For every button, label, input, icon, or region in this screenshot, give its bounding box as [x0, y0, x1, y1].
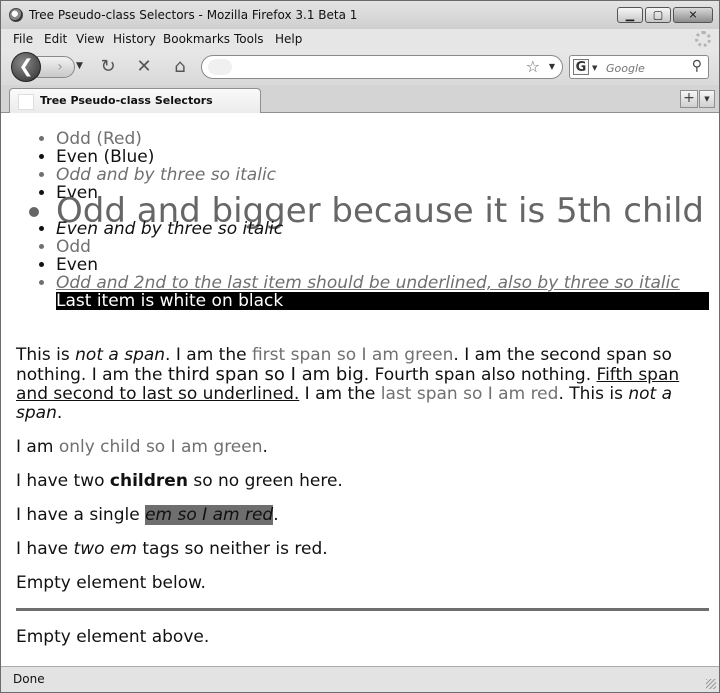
maximize-icon: ▢: [652, 8, 664, 22]
list-item: Odd: [56, 238, 719, 256]
list-item: Odd and by three so italic: [56, 166, 719, 184]
chevron-down-icon: ▼: [704, 95, 710, 103]
navigation-toolbar: › ❮ ▼ ↻ ✕ ⌂ ☆ ▼ G ▼ ⚲: [1, 49, 719, 85]
text: two em: [73, 539, 137, 559]
text: .: [262, 437, 268, 457]
minimize-icon: ▁: [625, 8, 635, 22]
browser-window: Tree Pseudo-class Selectors - Mozilla Fi…: [0, 0, 720, 693]
forward-button[interactable]: ›: [37, 56, 75, 78]
close-icon: ✕: [688, 8, 698, 22]
paragraph-only-child: I am only child so I am green.: [16, 438, 688, 457]
paragraph-spans: This is not a span. I am the first span …: [16, 346, 688, 423]
back-icon: ❮: [18, 56, 34, 77]
text: children: [109, 471, 188, 491]
search-icon[interactable]: ⚲: [692, 58, 702, 74]
search-input[interactable]: [604, 59, 688, 77]
empty-element-rule: [16, 608, 709, 611]
plus-icon: +: [683, 90, 695, 106]
window-title: Tree Pseudo-class Selectors - Mozilla Fi…: [29, 8, 358, 22]
text: third span so I am big: [167, 364, 364, 385]
list-item: Even: [56, 256, 719, 274]
window-controls: ▁ ▢ ✕: [617, 7, 713, 23]
bookmark-star-icon[interactable]: ☆: [526, 57, 540, 76]
page-content: Odd (Red) Even (Blue) Odd and by three s…: [1, 113, 719, 666]
title-bar: Tree Pseudo-class Selectors - Mozilla Fi…: [1, 1, 719, 29]
url-input[interactable]: [236, 58, 510, 78]
text: last span so I am red: [380, 384, 559, 404]
menu-edit[interactable]: Edit: [44, 32, 67, 46]
text: . I am the: [165, 345, 252, 365]
site-identity-icon[interactable]: [208, 59, 232, 75]
address-bar[interactable]: ☆ ▼: [201, 55, 563, 79]
list-item: Last item is white on black: [56, 292, 709, 310]
styled-list: Odd (Red) Even (Blue) Odd and by three s…: [1, 130, 719, 310]
menu-view[interactable]: View: [76, 32, 104, 46]
google-engine-icon[interactable]: G: [573, 59, 589, 75]
text: I have two: [16, 471, 110, 491]
menu-tools[interactable]: Tools: [234, 32, 264, 46]
list-item: Odd and bigger because it is 5th child: [56, 194, 719, 228]
paragraph-empty-below: Empty element below.: [16, 573, 206, 593]
close-button[interactable]: ✕: [673, 7, 713, 23]
text: em so I am red: [145, 505, 274, 525]
list-item: Even (Blue): [56, 148, 719, 166]
text: only child so I am green: [58, 437, 263, 457]
forward-icon: ›: [57, 59, 63, 75]
list-all-tabs-button[interactable]: ▼: [699, 90, 715, 108]
url-dropdown-icon[interactable]: ▼: [549, 62, 555, 71]
paragraph-two-children: I have two children so no green here.: [16, 472, 688, 491]
menu-bookmarks[interactable]: Bookmarks: [163, 32, 230, 46]
text: I am the: [299, 384, 381, 404]
tab-bar: Tree Pseudo-class Selectors + ▼: [1, 85, 719, 113]
new-tab-button[interactable]: +: [680, 90, 698, 108]
text: This is: [16, 345, 76, 365]
stop-icon[interactable]: ✕: [133, 56, 155, 78]
text: I am: [16, 437, 59, 457]
text: .: [56, 403, 63, 423]
firefox-app-icon: [9, 8, 23, 22]
engine-dropdown-icon[interactable]: ▼: [592, 64, 597, 72]
text: I have a single: [16, 505, 146, 525]
paragraph-empty-above: Empty element above.: [16, 627, 210, 647]
text: so no green here.: [187, 471, 343, 491]
tab-tree-pseudo-class-selectors[interactable]: Tree Pseudo-class Selectors: [9, 88, 261, 113]
text: . Fourth span also nothing.: [363, 365, 597, 385]
maximize-button[interactable]: ▢: [645, 7, 671, 23]
back-button[interactable]: ❮: [11, 52, 41, 82]
text: tags so neither is red.: [136, 539, 328, 559]
throbber-icon: [695, 31, 711, 47]
home-icon[interactable]: ⌂: [169, 56, 191, 78]
paragraph-single-em: I have a single em so I am red.: [16, 505, 688, 525]
text: I have: [16, 539, 74, 559]
tab-label: Tree Pseudo-class Selectors: [40, 94, 213, 107]
menu-help[interactable]: Help: [275, 32, 302, 46]
text: not a span: [75, 345, 166, 365]
reload-icon[interactable]: ↻: [97, 56, 119, 78]
text: first span so I am green: [251, 345, 454, 365]
minimize-button[interactable]: ▁: [617, 7, 643, 23]
text: .: [273, 505, 279, 525]
tab-favicon: [18, 94, 34, 110]
text: . This is: [558, 384, 629, 404]
resize-grip-icon[interactable]: [706, 679, 716, 689]
menu-history[interactable]: History: [113, 32, 156, 46]
paragraph-two-em: I have two em tags so neither is red.: [16, 540, 688, 559]
list-item: Odd and 2nd to the last item should be u…: [56, 274, 719, 292]
status-text: Done: [13, 672, 45, 686]
search-bar[interactable]: G ▼ ⚲: [569, 55, 709, 79]
status-bar: Done: [1, 666, 719, 692]
menu-file[interactable]: File: [13, 32, 33, 46]
menu-bar: File Edit View History Bookmarks Tools H…: [1, 29, 719, 49]
list-item: Odd (Red): [56, 130, 719, 148]
history-dropdown-icon[interactable]: ▼: [76, 61, 83, 71]
